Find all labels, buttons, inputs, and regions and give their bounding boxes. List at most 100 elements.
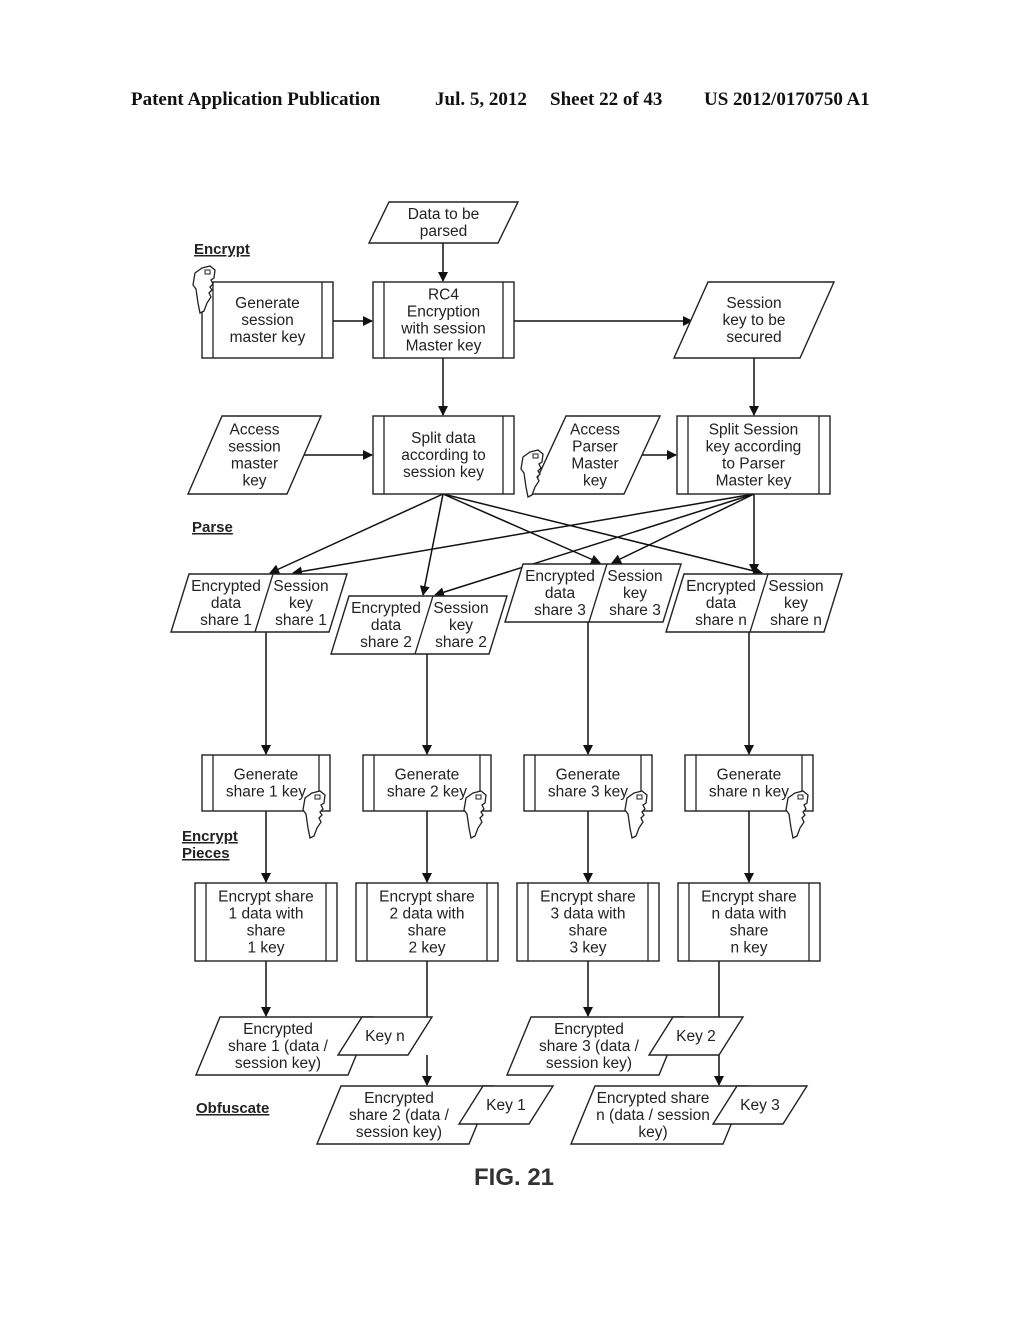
node-obfuscate-share-n-key-label: Key 3 [740, 1097, 780, 1114]
node-generate-share-1-key-label: Generate share 1 key [226, 767, 306, 801]
node-access-parser-master-key-label-line: Access [570, 422, 620, 439]
node-session-key-to-be-secured-label-line: Session [726, 295, 781, 312]
node-obfuscate-share-3-output-label-line: session key) [546, 1055, 632, 1072]
node-encrypt-share-n-label-line: n key [730, 940, 767, 957]
node-obfuscate-share-2-output-label-line: share 2 (data / [349, 1107, 450, 1124]
node-obfuscate-share-2-output-label-line: session key) [356, 1124, 442, 1141]
node-encrypt-share-3-label-line: Encrypt share [540, 889, 636, 906]
node-obfuscate-share-1-output-label-line: share 1 (data / [228, 1038, 329, 1055]
node-encrypt-share-2-label-line: share [408, 923, 447, 940]
share-3-data-share-line: data [545, 585, 576, 602]
node-access-parser-master-key-label-line: Parser [572, 439, 618, 456]
node-session-key-to-be-secured-label-line: secured [726, 329, 781, 346]
section-parse: Parse [192, 519, 233, 536]
node-encrypt-share-2-label-line: 2 key [408, 940, 445, 957]
node-data-to-be-parsed-label-line: parsed [420, 223, 467, 240]
section-encrypt: Encrypt [194, 241, 250, 258]
node-generate-session-master-key-label-line: session [241, 312, 294, 329]
edge-split-key-to-share-3 [611, 493, 755, 564]
edge-split-data-to-share-1 [269, 493, 444, 574]
node-session-key-to-be-secured-label: Session key to be secured [723, 295, 786, 346]
node-obfuscate-share-n-key-label-line: Key 3 [740, 1097, 780, 1114]
share-2-key-share-line: key [449, 617, 473, 634]
node-obfuscate-share-n-output-label-line: Encrypted share [597, 1090, 710, 1107]
node-split-data-label-line: Split data [411, 430, 476, 447]
share-2-data-share-line: data [371, 617, 402, 634]
node-data-to-be-parsed-label-line: Data to be [408, 206, 480, 223]
section-encrypt-pieces-line2: Pieces [182, 845, 230, 862]
node-access-session-master-key-label-line: master [231, 456, 278, 473]
node-encrypt-share-1-label-line: 1 key [247, 940, 284, 957]
node-obfuscate-share-3-key-label: Key 2 [676, 1028, 716, 1045]
node-access-session-master-key-label-line: session [228, 439, 281, 456]
figure-label: FIG. 21 [474, 1164, 554, 1191]
share-3-key-share-line: Session [607, 568, 662, 585]
share-1-data-share-line: share 1 [200, 612, 252, 629]
node-encrypt-share-3-label-line: 3 key [569, 940, 606, 957]
node-encrypt-share-3-label-line: 3 data with [551, 906, 626, 923]
node-encrypt-share-1-label-line: 1 data with [229, 906, 304, 923]
node-access-session-master-key-label-line: key [242, 473, 266, 490]
node-encrypt-share-2-label-line: Encrypt share [379, 889, 475, 906]
share-2-data-share-line: share 2 [360, 634, 412, 651]
node-generate-share-2-key-label-line: share 2 key [387, 784, 467, 801]
node-encrypt-share-3-label-line: share [569, 923, 608, 940]
key-icon-share-2 [463, 790, 487, 839]
share-3-key-share-line: share 3 [609, 602, 661, 619]
share-n-data-share-line: data [706, 595, 737, 612]
share-3-key-share-line: key [623, 585, 647, 602]
section-obfuscate: Obfuscate [196, 1100, 269, 1117]
node-generate-share-1-key-label-line: share 1 key [226, 784, 306, 801]
node-split-data-label-line: according to [401, 447, 485, 464]
node-encrypt-share-n-label-line: Encrypt share [701, 889, 797, 906]
node-obfuscate-share-2-output-label-line: Encrypted [364, 1090, 434, 1107]
flowchart: Data to be parsedGenerate session master ke… [170, 201, 843, 1191]
node-obfuscate-share-1-key-label-line: Key n [365, 1028, 405, 1045]
node-generate-share-n-key-label-line: share n key [709, 784, 789, 801]
node-split-data-label: Split data according to session key [401, 430, 485, 481]
key-icon-share-1 [302, 790, 326, 839]
node-generate-share-3-key-label: Generate share 3 key [548, 767, 628, 801]
node-rc4-encryption-label-line: Master key [406, 338, 482, 355]
node-generate-share-1-key-label-line: Generate [234, 767, 299, 784]
node-rc4-encryption-label-line: with session [400, 321, 485, 338]
node-split-session-key-label-line: Master key [716, 473, 792, 490]
share-2-data-share-line: Encrypted [351, 600, 421, 617]
node-generate-share-2-key-label: Generate share 2 key [387, 767, 467, 801]
share-1-key-share-line: Session [273, 578, 328, 595]
node-obfuscate-share-2-key-label-line: Key 1 [486, 1097, 526, 1114]
share-3-data-share-line: Encrypted [525, 568, 595, 585]
node-obfuscate-share-n-output-label-line: n (data / session [596, 1107, 710, 1124]
node-generate-share-n-key-label: Generate share n key [709, 767, 789, 801]
node-obfuscate-share-n-output-label-line: key) [638, 1124, 667, 1141]
share-n-data-share-line: Encrypted [686, 578, 756, 595]
share-2-key-share-line: Session [433, 600, 488, 617]
node-encrypt-share-1-label-line: share [247, 923, 286, 940]
key-icon-share-n [785, 790, 809, 839]
share-n-key-share-line: Session [768, 578, 823, 595]
node-session-key-to-be-secured-label-line: key to be [723, 312, 786, 329]
node-split-data-label-line: session key [403, 464, 484, 481]
node-generate-share-3-key-label-line: Generate [556, 767, 621, 784]
node-generate-share-n-key-label-line: Generate [717, 767, 782, 784]
node-obfuscate-share-2-key-label: Key 1 [486, 1097, 526, 1114]
node-generate-share-3-key-label-line: share 3 key [548, 784, 628, 801]
edge-split-key-to-share-1 [292, 493, 755, 577]
node-rc4-encryption-label-line: RC4 [428, 287, 459, 304]
node-obfuscate-share-3-output-label-line: share 3 (data / [539, 1038, 640, 1055]
node-split-session-key-label-line: to Parser [722, 456, 785, 473]
node-split-session-key-label-line: key according [706, 439, 802, 456]
node-generate-session-master-key-label-line: master key [230, 329, 306, 346]
node-generate-session-master-key-label-line: Generate [235, 295, 300, 312]
node-generate-share-2-key-label-line: Generate [395, 767, 460, 784]
node-access-parser-master-key-label-line: Master [571, 456, 618, 473]
share-2-key-share-line: share 2 [435, 634, 487, 651]
node-obfuscate-share-1-output-label-line: session key) [235, 1055, 321, 1072]
node-obfuscate-share-1-key-label: Key n [365, 1028, 405, 1045]
share-1-data-share-line: Encrypted [191, 578, 261, 595]
share-1-key-share-line: key [289, 595, 313, 612]
node-encrypt-share-n-label-line: share [730, 923, 769, 940]
node-encrypt-share-n-label-line: n data with [712, 906, 787, 923]
section-encrypt-pieces-line1: Encrypt [182, 828, 238, 845]
node-access-session-master-key-label-line: Access [230, 422, 280, 439]
